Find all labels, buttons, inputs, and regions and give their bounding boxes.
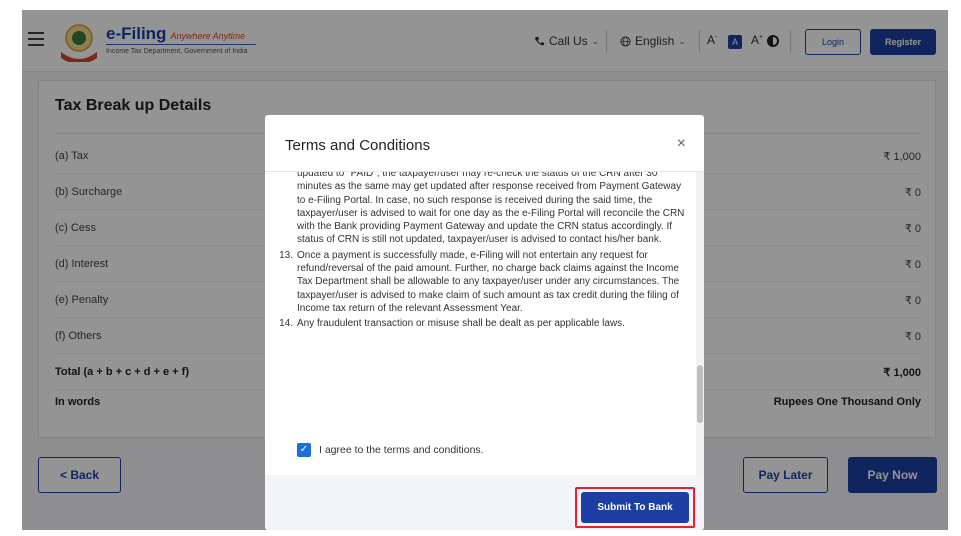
scrollbar-track[interactable]: [696, 172, 704, 475]
terms-list: updated to "PAID", the taxpayer/user may…: [275, 172, 685, 333]
terms-modal: Terms and Conditions × updated to "PAID"…: [265, 115, 704, 530]
close-icon[interactable]: ×: [677, 135, 686, 153]
agree-label: I agree to the terms and conditions.: [319, 444, 484, 456]
list-item: 13. Once a payment is successfully made,…: [275, 249, 685, 315]
terms-scroll-area[interactable]: updated to "PAID", the taxpayer/user may…: [275, 172, 693, 475]
agree-terms-row[interactable]: ✓ I agree to the terms and conditions.: [297, 443, 484, 457]
app-frame: e-Filing Anywhere Anytime Income Tax Depa…: [22, 10, 948, 530]
modal-title: Terms and Conditions: [285, 137, 431, 154]
highlight-box: [575, 487, 695, 528]
scrollbar-thumb[interactable]: [697, 365, 703, 423]
list-item: 14. Any fraudulent transaction or misuse…: [275, 317, 685, 330]
term-12-text: updated to "PAID", the taxpayer/user may…: [297, 172, 685, 246]
list-item: updated to "PAID", the taxpayer/user may…: [275, 172, 685, 247]
term-13-text: Once a payment is successfully made, e-F…: [297, 249, 680, 314]
term-number: 13.: [279, 249, 293, 261]
agree-checkbox[interactable]: ✓: [297, 443, 311, 457]
term-14-text: Any fraudulent transaction or misuse sha…: [297, 318, 625, 330]
term-number: 14.: [279, 318, 293, 330]
